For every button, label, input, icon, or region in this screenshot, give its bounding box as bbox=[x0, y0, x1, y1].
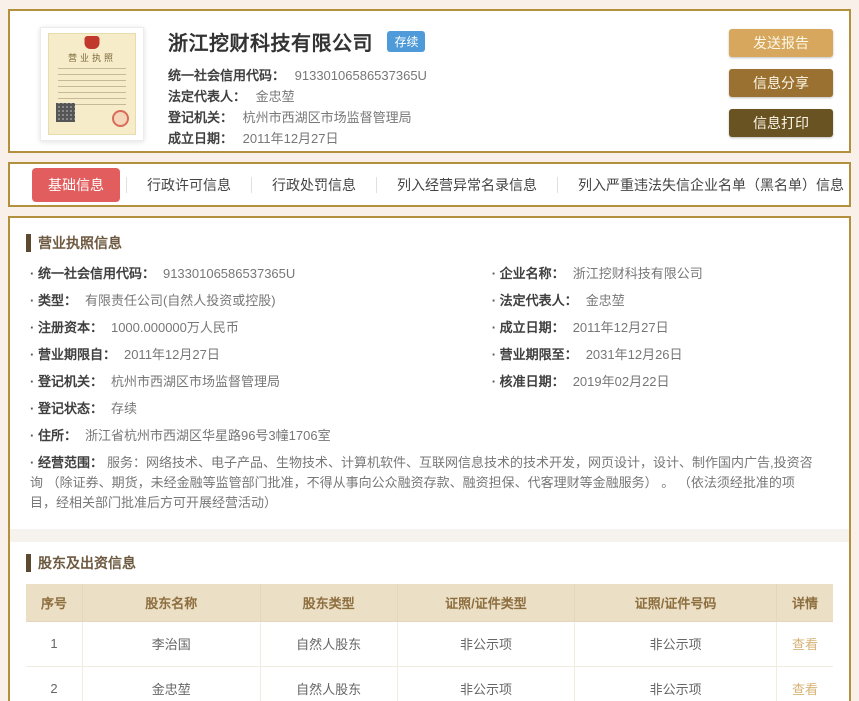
red-stamp-icon bbox=[112, 110, 129, 127]
col-header-shareholder-type: 股东类型 bbox=[259, 584, 398, 622]
col-header-cert-type: 证照/证件类型 bbox=[396, 584, 576, 622]
field-empty-cell bbox=[492, 399, 833, 419]
company-summary: 浙江挖财科技有限公司 存续 统一社会信用代码： 9133010658653736… bbox=[168, 25, 729, 149]
field-term-to: 营业期限至：2031年12月26日 bbox=[492, 345, 833, 365]
col-header-index: 序号 bbox=[26, 584, 83, 622]
field-business-scope: 经营范围：服务：网络技术、电子产品、生物技术、计算机软件、互联网信息技术的技术开… bbox=[30, 453, 833, 513]
cell-shareholder-type: 自然人股东 bbox=[259, 620, 398, 667]
field-company-type: 类型：有限责任公司(自然人投资或控股) bbox=[30, 291, 492, 311]
print-info-button[interactable]: 信息打印 bbox=[729, 109, 833, 137]
section-divider bbox=[10, 529, 849, 542]
header-action-buttons: 发送报告 信息分享 信息打印 bbox=[729, 29, 833, 137]
table-header-row: 序号 股东名称 股东类型 证照/证件类型 证照/证件号码 详情 bbox=[26, 584, 833, 622]
share-info-button[interactable]: 信息分享 bbox=[729, 69, 833, 97]
cell-shareholder-name: 金忠堃 bbox=[81, 665, 261, 701]
cell-index: 2 bbox=[26, 665, 83, 701]
tab-admin-penalty-info[interactable]: 行政处罚信息 bbox=[252, 175, 376, 195]
field-registered-capital: 注册资本：1000.000000万人民币 bbox=[30, 318, 492, 338]
view-detail-link[interactable]: 查看 bbox=[792, 637, 818, 652]
shareholders-table: 序号 股东名称 股东类型 证照/证件类型 证照/证件号码 详情 1 李治国 自然… bbox=[26, 584, 833, 701]
cell-cert-type: 非公示项 bbox=[396, 665, 576, 701]
header-field-registration-authority: 登记机关： 杭州市西湖区市场监督管理局 bbox=[168, 110, 412, 125]
tab-serious-violation-blacklist[interactable]: 列入严重违法失信企业名单（黑名单）信息 bbox=[558, 175, 859, 195]
company-name: 浙江挖财科技有限公司 bbox=[168, 33, 373, 55]
cell-shareholder-name: 李治国 bbox=[81, 620, 261, 667]
cell-index: 1 bbox=[26, 620, 83, 667]
field-approval-date: 核准日期：2019年02月22日 bbox=[492, 372, 833, 392]
field-establish-date: 成立日期：2011年12月27日 bbox=[492, 318, 833, 338]
tab-bar: 基础信息 行政许可信息 行政处罚信息 列入经营异常名录信息 列入严重违法失信企业… bbox=[8, 162, 851, 207]
field-credit-code: 统一社会信用代码：91330106586537365U bbox=[30, 264, 492, 284]
business-license-image: 营业执照 bbox=[40, 27, 144, 141]
tab-abnormal-operation-list[interactable]: 列入经营异常名录信息 bbox=[377, 175, 557, 195]
send-report-button[interactable]: 发送报告 bbox=[729, 29, 833, 57]
cell-cert-type: 非公示项 bbox=[396, 620, 576, 667]
section-title-license-info: 营业执照信息 bbox=[26, 234, 833, 252]
field-registration-authority: 登记机关：杭州市西湖区市场监督管理局 bbox=[30, 372, 492, 392]
national-emblem-icon bbox=[84, 36, 100, 49]
table-row: 1 李治国 自然人股东 非公示项 非公示项 查看 bbox=[26, 620, 833, 667]
cell-shareholder-type: 自然人股东 bbox=[259, 665, 398, 701]
header-field-credit-code: 统一社会信用代码： 91330106586537365U bbox=[168, 68, 427, 83]
tab-basic-info[interactable]: 基础信息 bbox=[32, 167, 120, 202]
qr-code-icon bbox=[56, 103, 75, 122]
license-caption: 营业执照 bbox=[67, 53, 116, 63]
tab-admin-license-info[interactable]: 行政许可信息 bbox=[127, 175, 251, 195]
license-certificate: 营业执照 bbox=[48, 33, 136, 135]
view-detail-link[interactable]: 查看 bbox=[792, 682, 818, 697]
field-company-name: 企业名称：浙江挖财科技有限公司 bbox=[492, 264, 833, 284]
header-field-legal-rep: 法定代表人： 金忠堃 bbox=[168, 89, 295, 104]
col-header-detail: 详情 bbox=[775, 584, 833, 622]
cell-cert-number: 非公示项 bbox=[574, 620, 777, 667]
company-header-card: 营业执照 浙江挖财科技有限公司 存续 统一社会信用代码： 91330106586… bbox=[8, 9, 851, 153]
field-legal-rep: 法定代表人：金忠堃 bbox=[492, 291, 833, 311]
field-address: 住所：浙江省杭州市西湖区华星路96号3幢1706室 bbox=[30, 426, 833, 446]
col-header-shareholder-name: 股东名称 bbox=[81, 584, 261, 622]
main-content-card: 营业执照信息 统一社会信用代码：91330106586537365U 企业名称：… bbox=[8, 216, 851, 701]
cell-cert-number: 非公示项 bbox=[574, 665, 777, 701]
field-term-from: 营业期限自：2011年12月27日 bbox=[30, 345, 492, 365]
col-header-cert-number: 证照/证件号码 bbox=[574, 584, 777, 622]
field-registration-status: 登记状态：存续 bbox=[30, 399, 492, 419]
license-info-fields: 统一社会信用代码：91330106586537365U 企业名称：浙江挖财科技有… bbox=[26, 264, 833, 513]
section-title-shareholders: 股东及出资信息 bbox=[26, 554, 833, 572]
table-row: 2 金忠堃 自然人股东 非公示项 非公示项 查看 bbox=[26, 665, 833, 701]
license-text-lines bbox=[58, 68, 126, 106]
header-field-establish-date: 成立日期： 2011年12月27日 bbox=[168, 131, 339, 146]
status-badge: 存续 bbox=[387, 31, 426, 52]
